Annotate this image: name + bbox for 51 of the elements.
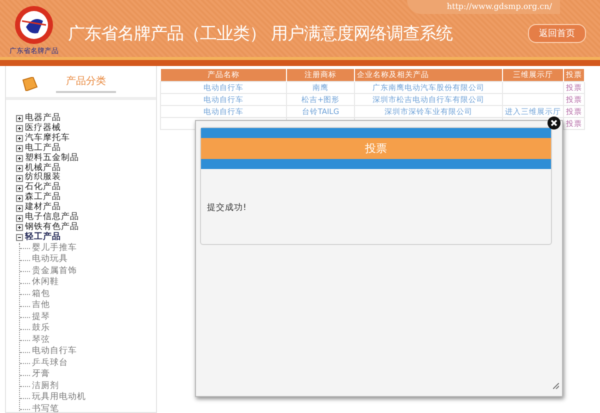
subcategory-item[interactable]: 提琴	[20, 312, 156, 324]
category-item[interactable]: 电器产品	[16, 114, 156, 124]
subcategory-item[interactable]: 洁厕剂	[20, 380, 156, 392]
subcategory-item[interactable]: 牙膏	[20, 369, 156, 381]
category-item[interactable]: 钢铁有色产品	[16, 222, 156, 233]
subcategory-item[interactable]: 鼓乐	[20, 323, 156, 335]
home-button[interactable]: 返回首页	[528, 24, 586, 43]
dialog-message: 提交成功!	[207, 202, 246, 214]
expand-box-icon[interactable]	[16, 125, 23, 132]
category-item[interactable]: 纺织服装	[16, 173, 156, 184]
category-item[interactable]: 塑料五金制品	[16, 154, 156, 164]
category-item[interactable]: 石化产品	[16, 183, 156, 194]
expand-box-icon[interactable]	[16, 135, 23, 142]
subcategory-item[interactable]: 玩具用电动机	[20, 392, 156, 404]
notebook-icon	[20, 76, 38, 90]
category-item[interactable]: 电工产品	[16, 144, 156, 154]
subcategory-item[interactable]: 休闲鞋	[20, 277, 156, 289]
category-item[interactable]: 机械产品	[16, 164, 156, 174]
logo-emblem-icon	[14, 4, 54, 44]
subcategory-item[interactable]: 书写笔	[20, 404, 156, 412]
category-item[interactable]: 电子信息产品	[16, 213, 156, 223]
subcategory-item[interactable]: 贵金属首饰	[20, 266, 156, 278]
site-url: http://www.gdsmp.org.cn/	[406, 0, 560, 14]
expand-box-icon[interactable]	[16, 115, 23, 122]
sidebar-title: 产品分类	[56, 74, 116, 93]
subcategory-item[interactable]: 箱包	[20, 288, 156, 300]
subcategory-item[interactable]: 电动玩具	[20, 254, 156, 266]
expand-box-icon[interactable]	[16, 145, 23, 152]
subcategory-item[interactable]: 吉他	[20, 300, 156, 312]
subcategory-item[interactable]: 电动自行车	[20, 346, 156, 358]
category-item[interactable]: 轻工产品	[16, 232, 156, 243]
category-item[interactable]: 建材产品	[16, 203, 156, 214]
expand-box-icon[interactable]	[16, 204, 23, 212]
expand-box-icon[interactable]	[16, 184, 23, 192]
subcategory-item[interactable]: 乒乓球台	[20, 358, 156, 370]
resize-grip-icon[interactable]	[553, 383, 559, 389]
category-item[interactable]: 汽车摩托车	[16, 134, 156, 144]
close-icon[interactable]	[547, 116, 561, 130]
category-item[interactable]: 医疗器械	[16, 124, 156, 134]
collapse-box-icon[interactable]	[16, 234, 23, 242]
expand-box-icon[interactable]	[16, 155, 23, 162]
expand-box-icon[interactable]	[16, 194, 23, 202]
expand-box-icon[interactable]	[16, 214, 23, 222]
subcategory-item[interactable]: 琴弦	[20, 334, 156, 346]
dialog-title-bar: 投票	[201, 128, 551, 169]
expand-box-icon[interactable]	[16, 174, 23, 182]
subcategory-item[interactable]: 婴儿手推车	[20, 242, 156, 254]
expand-box-icon[interactable]	[16, 164, 23, 172]
category-item[interactable]: 森工产品	[16, 193, 156, 204]
expand-box-icon[interactable]	[16, 224, 23, 232]
site-title: 广东省名牌产品（工业类） 用户满意度网络调查系统	[68, 23, 452, 45]
